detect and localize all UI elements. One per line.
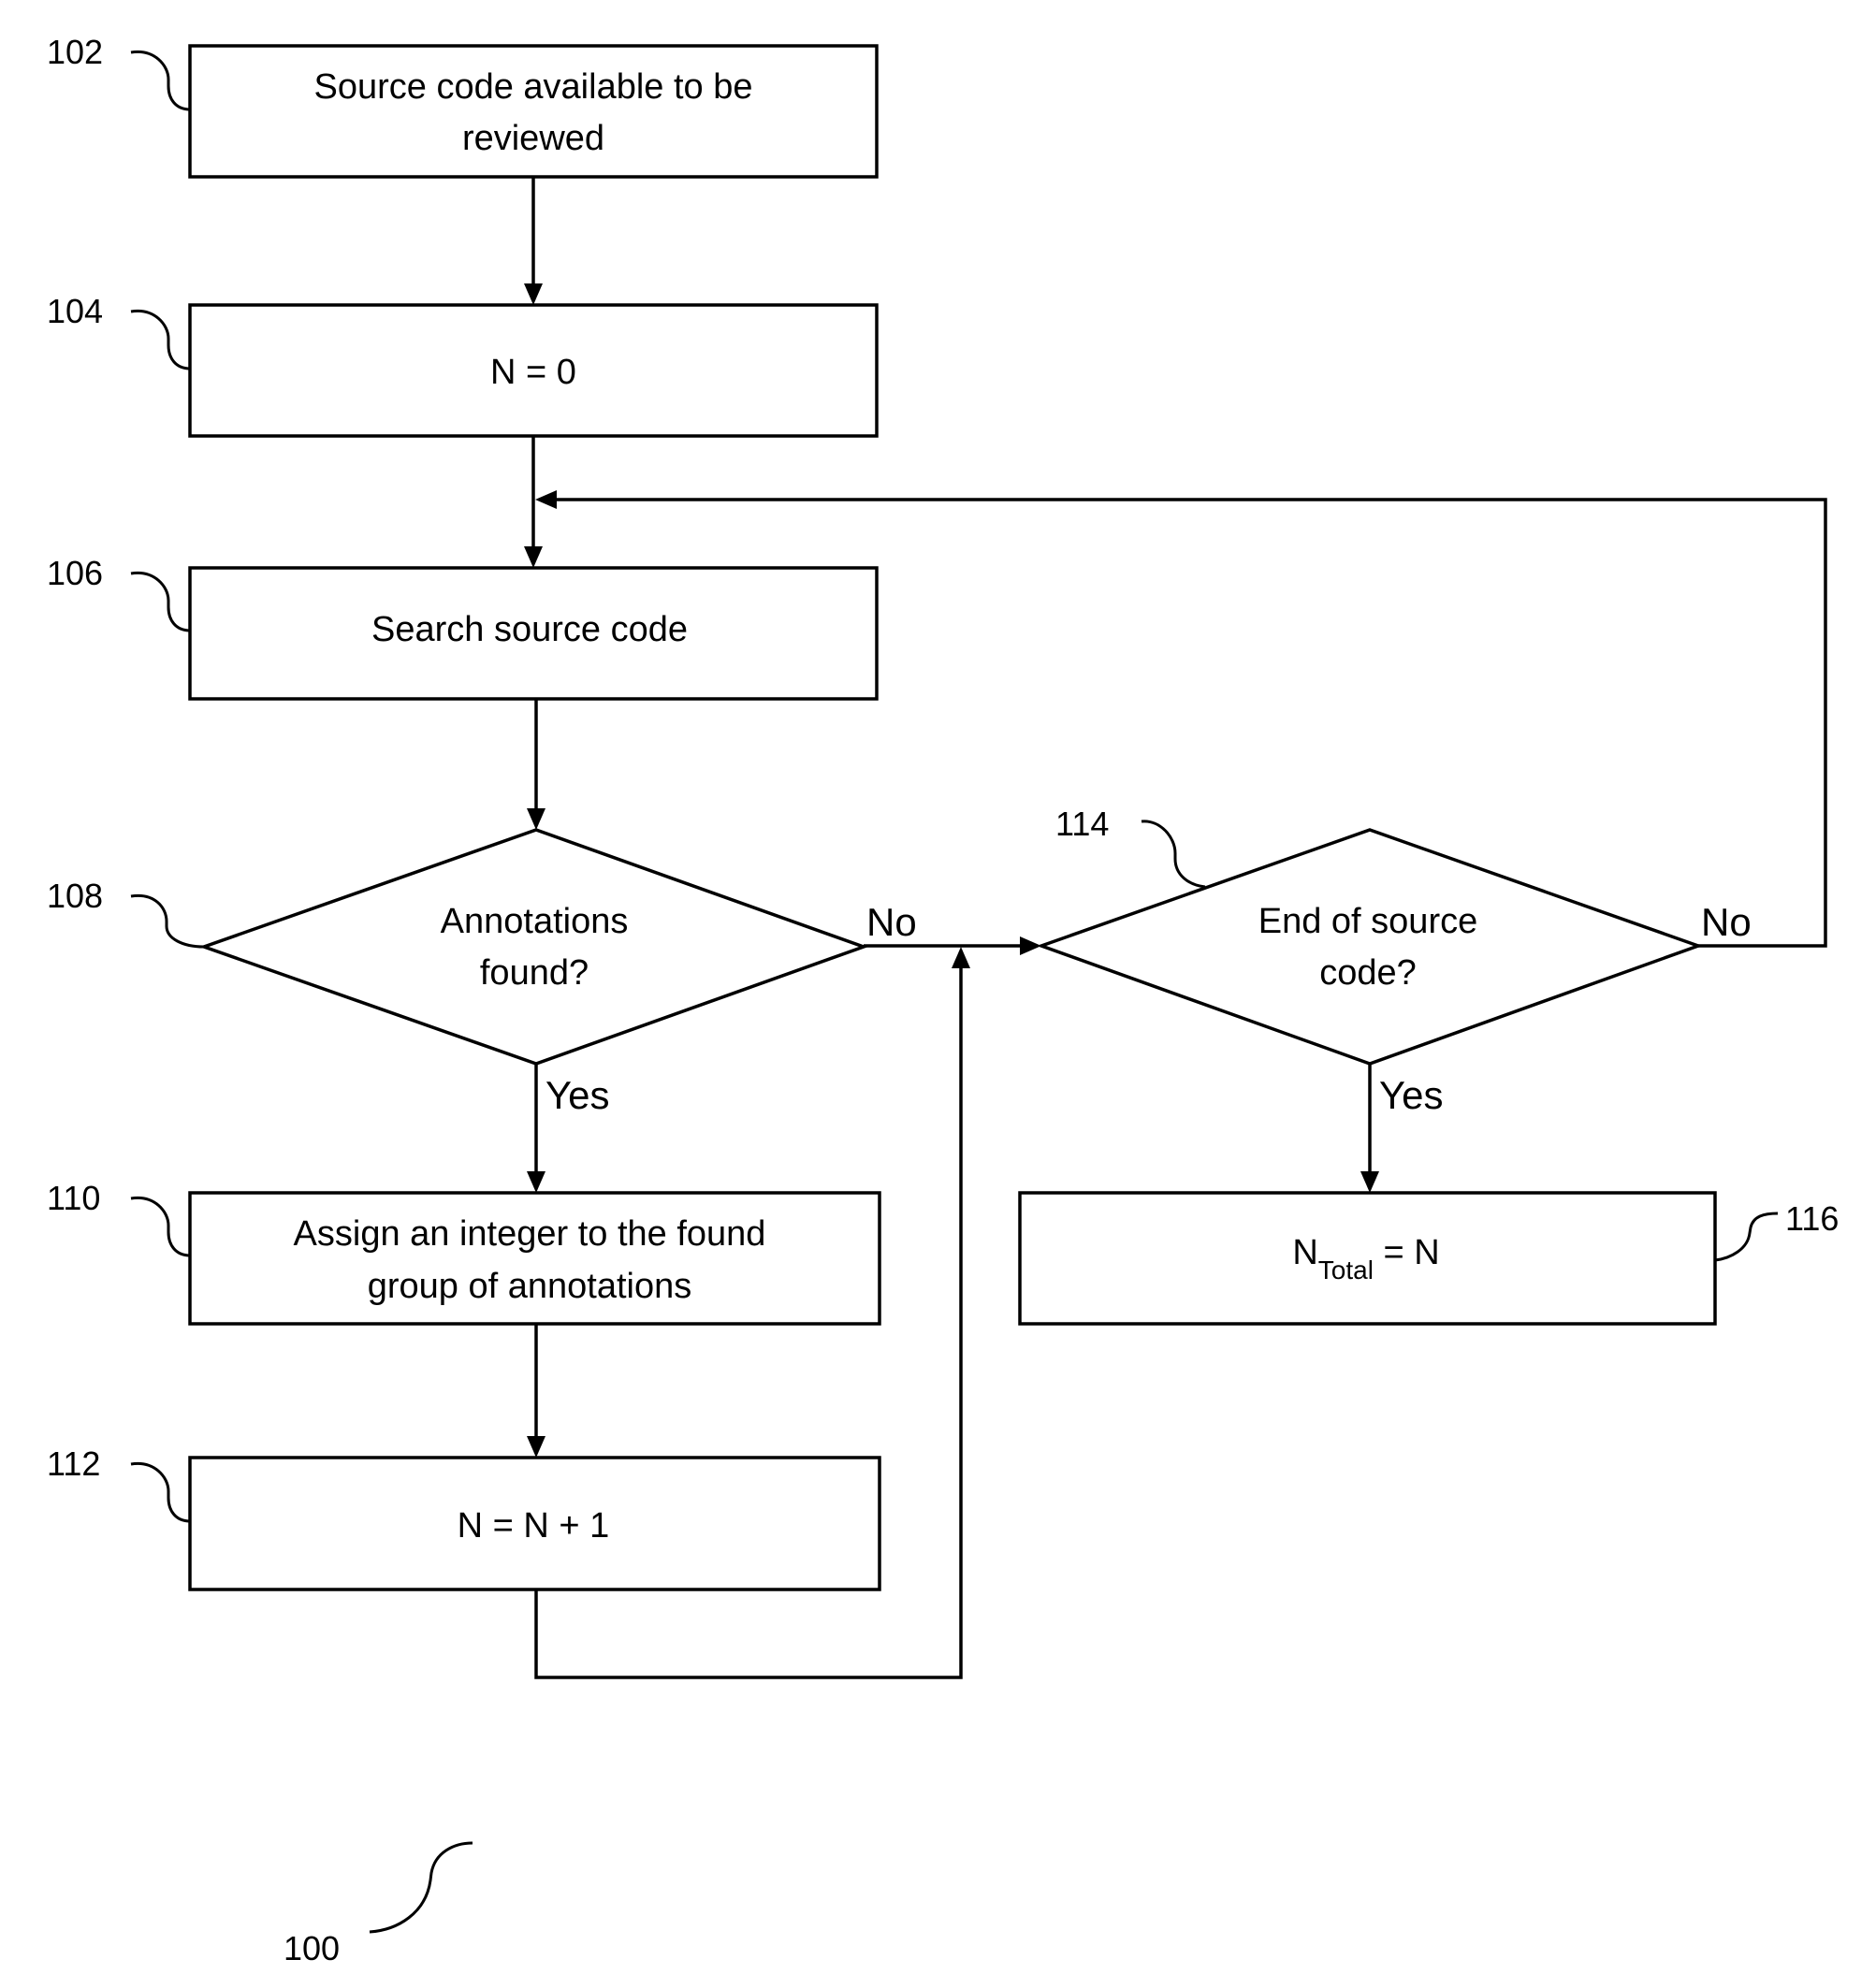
step-108-text-line1: Annotations (441, 902, 629, 941)
flowchart: Source code available to be reviewed 102… (47, 33, 1839, 1967)
arrowhead-116 (1360, 1171, 1379, 1193)
leader-114 (1141, 820, 1206, 889)
step-116-subscript: Total (1318, 1256, 1374, 1285)
ref-label-102: 102 (47, 33, 103, 71)
ref-label-114: 114 (1055, 805, 1109, 843)
terminal-step-116: NTotal = N (1018, 1191, 1717, 1326)
branch-label-108-no: No (866, 900, 917, 944)
branch-label-114-yes: Yes (1379, 1073, 1444, 1117)
branch-label-114-no: No (1701, 900, 1752, 944)
step-114-text-line1: End of source (1258, 902, 1477, 941)
decision-diamond-108 (198, 828, 869, 1066)
process-step-104: N = 0 (188, 303, 879, 438)
ref-label-116: 116 (1785, 1199, 1839, 1238)
ref-label-106: 106 (47, 554, 103, 592)
ref-label-104: 104 (47, 292, 103, 330)
step-104-text: N = 0 (490, 353, 576, 392)
step-114-text-line2: code? (1319, 953, 1417, 993)
leader-112 (130, 1461, 191, 1523)
process-step-110: Assign an integer to the found group of … (188, 1191, 881, 1326)
arrowhead-loop-merge (535, 490, 557, 509)
step-110-text-line2: group of annotations (368, 1267, 692, 1306)
arrowhead-106 (524, 546, 543, 568)
arrowhead-104 (524, 283, 543, 305)
arrowhead-merge-114 (952, 947, 970, 968)
ref-label-110: 110 (47, 1179, 100, 1217)
decision-step-114: End of source code? (1036, 828, 1704, 1066)
step-110-text-line1: Assign an integer to the found (294, 1214, 766, 1254)
step-108-text-line2: found? (480, 953, 589, 993)
step-102-text-line2: reviewed (462, 119, 604, 158)
arrowhead-110 (527, 1171, 545, 1193)
leader-104 (130, 309, 191, 370)
process-step-106: Search source code (188, 566, 879, 701)
step-106-text: Search source code (371, 610, 688, 649)
arrowhead-112 (527, 1436, 545, 1458)
decision-diamond-114 (1036, 828, 1704, 1066)
process-step-102: Source code available to be reviewed (188, 44, 879, 179)
leader-102 (130, 50, 191, 111)
step-112-text: N = N + 1 (458, 1506, 610, 1546)
process-step-112: N = N + 1 (188, 1456, 881, 1591)
leader-100 (369, 1841, 473, 1934)
decision-step-108: Annotations found? (198, 828, 869, 1066)
step-102-text-line1: Source code available to be (314, 67, 753, 107)
leader-110 (130, 1196, 191, 1257)
leader-108 (130, 893, 205, 949)
branch-label-108-yes: Yes (545, 1073, 610, 1117)
step-116-rest: = N (1374, 1233, 1440, 1272)
figure-reference-100: 100 (284, 1929, 340, 1967)
arrowhead-108 (527, 808, 545, 830)
leader-106 (130, 571, 191, 632)
step-116-main: N (1292, 1233, 1317, 1272)
leader-116 (1714, 1212, 1779, 1262)
ref-label-112: 112 (47, 1444, 100, 1483)
ref-label-108: 108 (47, 877, 103, 915)
